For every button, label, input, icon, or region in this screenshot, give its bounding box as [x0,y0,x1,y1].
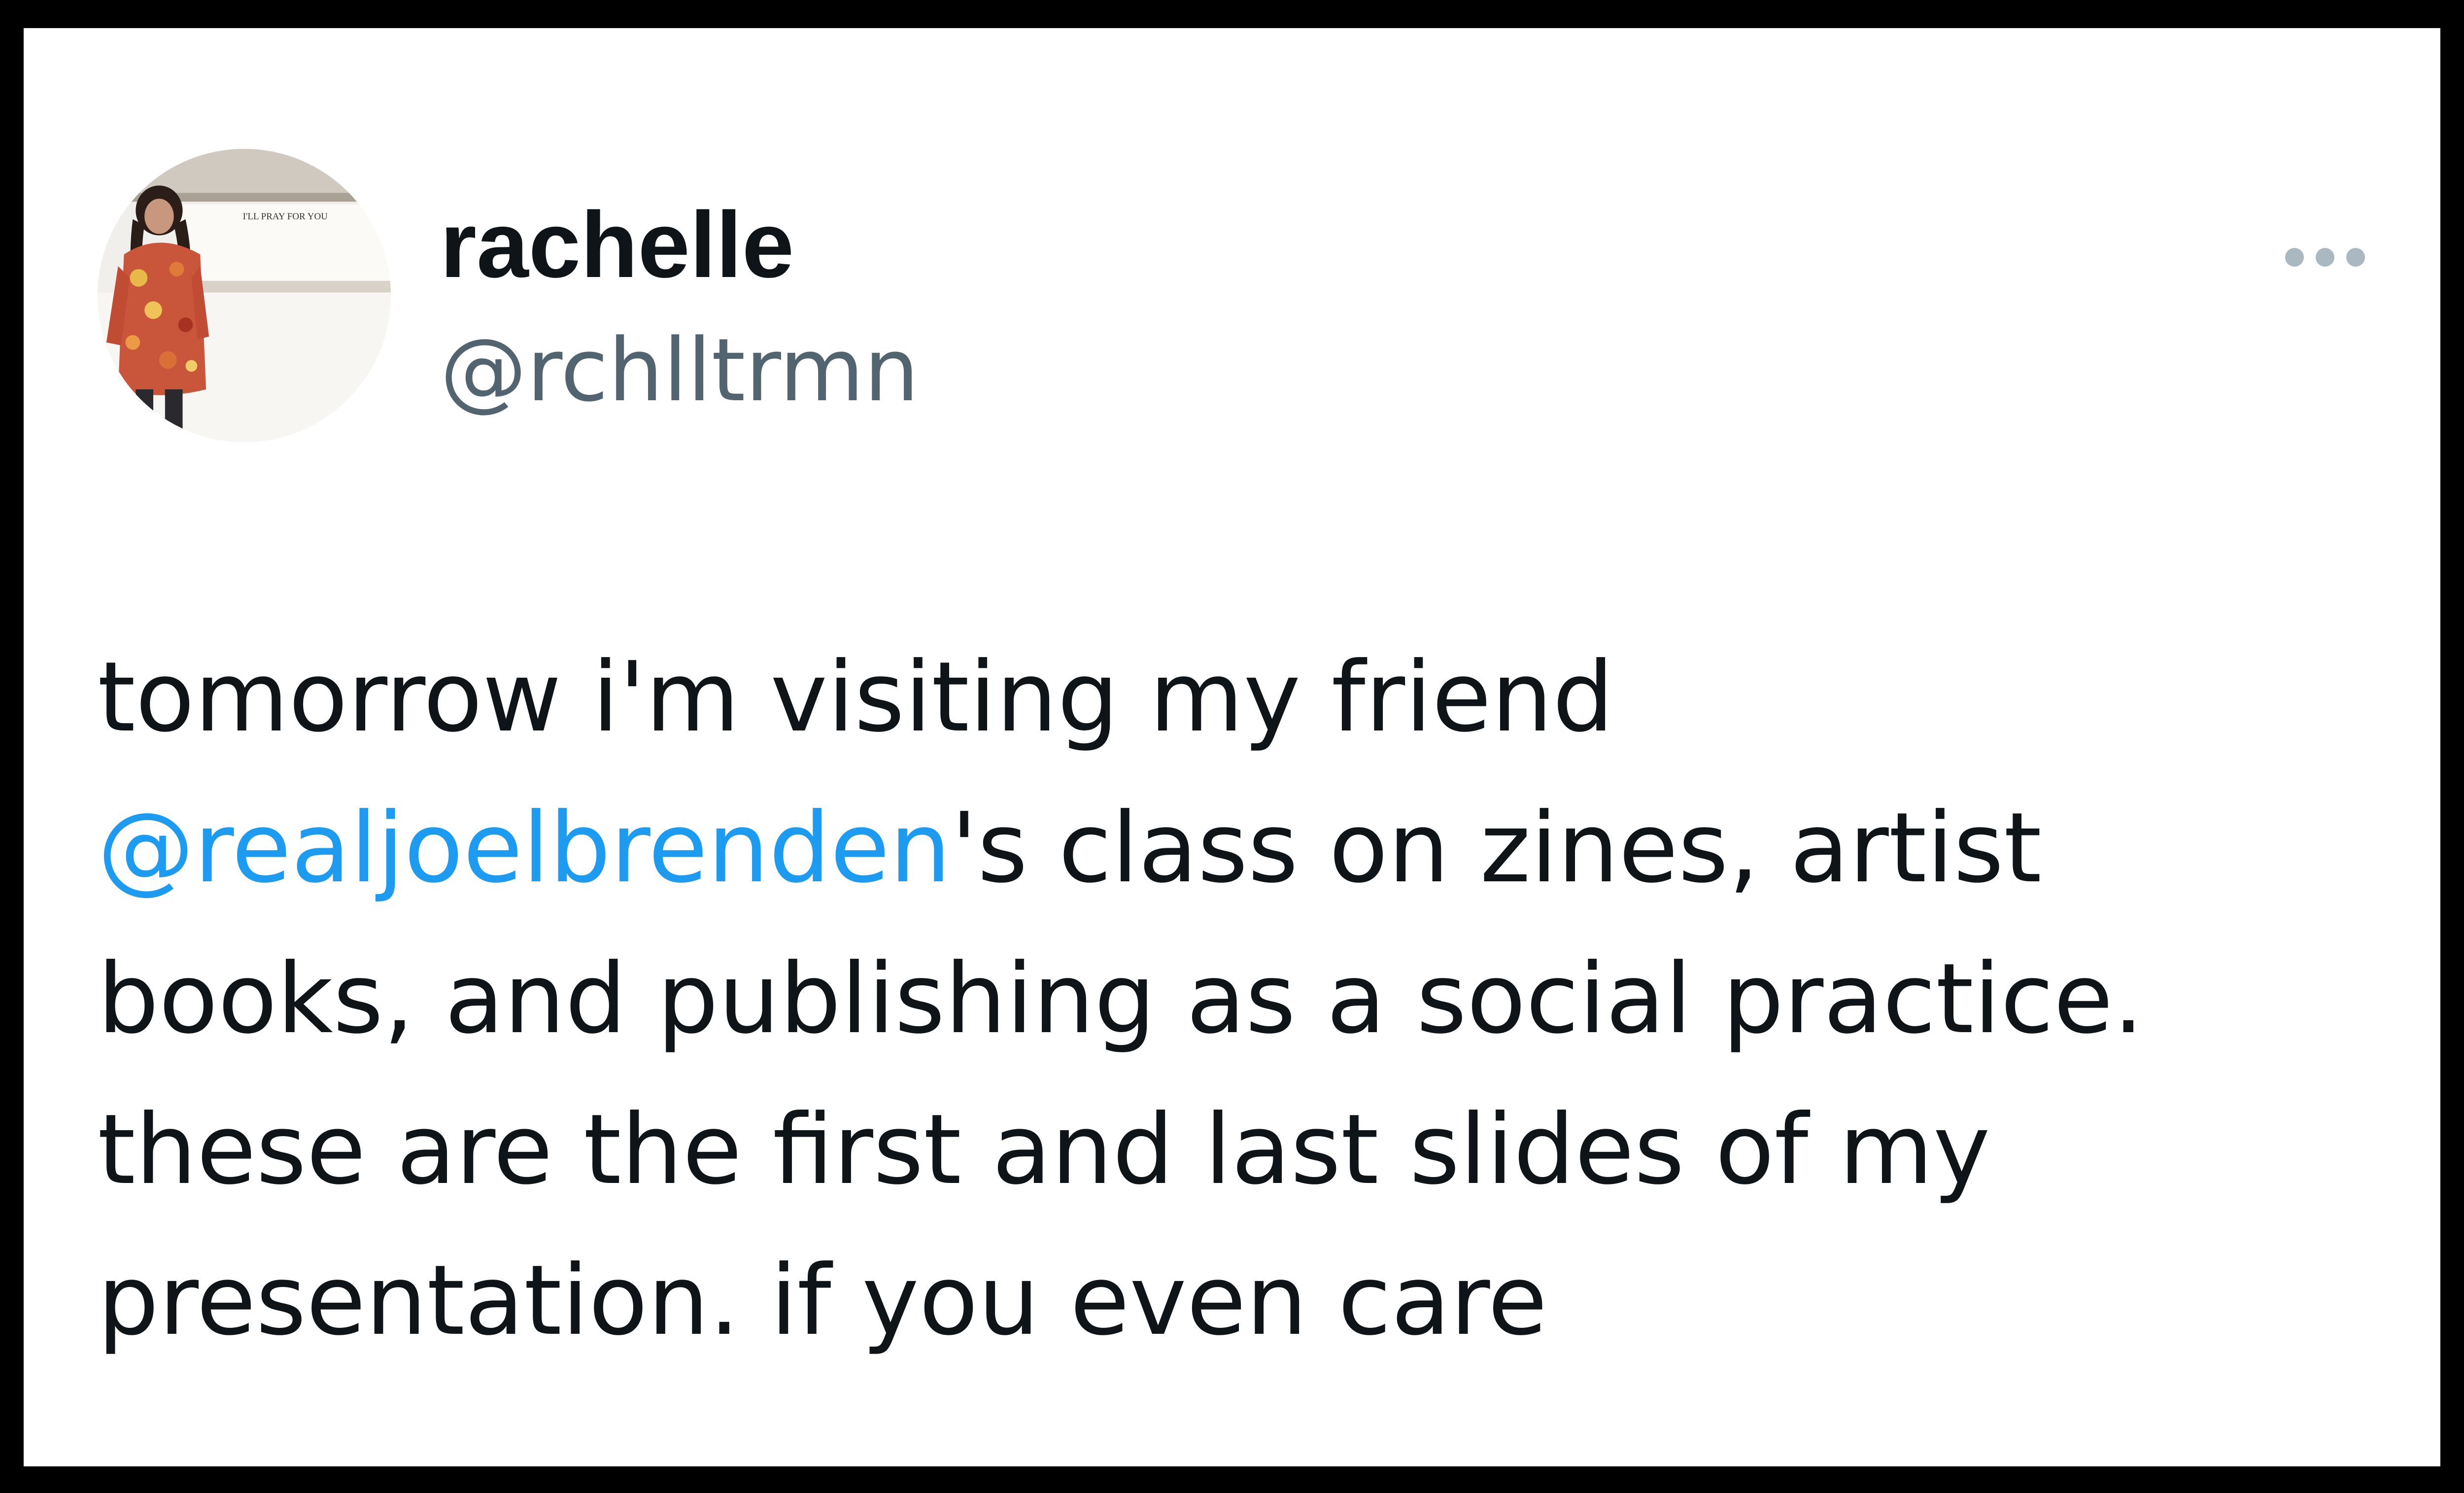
tweet-card: I'LL PRAY FOR YOU rachelle @rchlltrmn to… [24,28,2440,1466]
tweet-text-segment: books, and publishing as a social practi… [98,943,2144,1055]
tweet-text-segment: 's class on zines, artist [951,792,2042,904]
more-horizontal-icon[interactable] [2261,230,2389,284]
tweet-text-segment: tomorrow i'm visiting my friend [98,641,1614,754]
tweet-line: tomorrow i'm visiting my friend [98,622,2364,773]
mention-link[interactable]: @realjoelbrenden [98,792,951,904]
tweet-text: tomorrow i'm visiting my friend @realjoe… [98,622,2364,1376]
author-handle[interactable]: @rchlltrmn [440,316,919,425]
more-dot [2346,248,2365,267]
avatar[interactable]: I'LL PRAY FOR YOU [98,149,391,442]
more-dot [2316,248,2334,267]
more-dot [2285,248,2304,267]
author-display-name[interactable]: rachelle [440,188,794,302]
avatar-sign: I'LL PRAY FOR YOU [243,211,328,222]
tweet-line: these are the first and last slides of m… [98,1075,2364,1225]
tweet-line: presentation. if you even care [98,1225,2364,1376]
tweet-line: books, and publishing as a social practi… [98,924,2364,1075]
tweet-line: @realjoelbrenden's class on zines, artis… [98,773,2364,924]
tweet-text-segment: these are the first and last slides of m… [98,1094,1990,1206]
tweet-text-segment: presentation. if you even care [98,1245,1547,1357]
avatar-photo: I'LL PRAY FOR YOU [98,149,391,442]
screenshot-frame: I'LL PRAY FOR YOU rachelle @rchlltrmn to… [0,0,2464,1493]
